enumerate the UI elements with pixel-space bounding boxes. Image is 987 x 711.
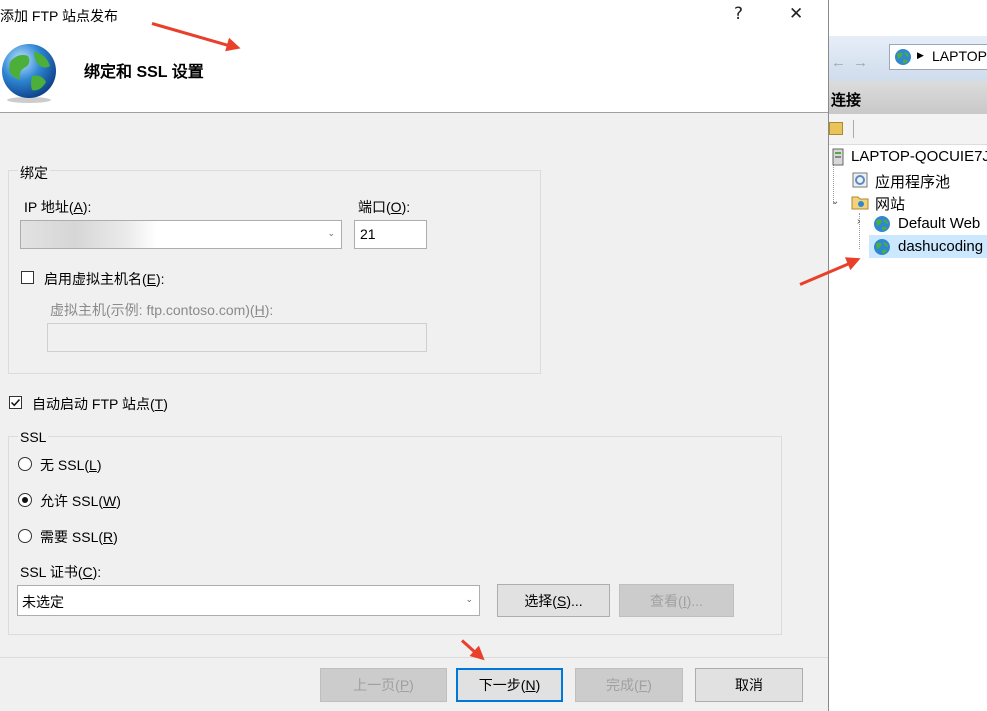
back-icon[interactable]: ← <box>831 54 846 71</box>
server-icon <box>832 148 844 166</box>
port-label: 端口(O): <box>358 199 411 215</box>
page-heading: 绑定和 SSL 设置 <box>84 64 204 81</box>
app-pool-icon <box>852 172 868 188</box>
expand-chevron-icon[interactable]: ⌄ <box>831 196 839 207</box>
chevron-down-icon: ⌄ <box>327 229 335 239</box>
folder-icon <box>851 196 869 210</box>
connections-label: 连接 <box>831 92 862 109</box>
tree-app-pools[interactable]: 应用程序池 <box>875 171 950 192</box>
ssl-cert-dropdown[interactable]: 未选定 ⌄ <box>17 585 480 616</box>
connections-toolbar <box>829 114 987 145</box>
cancel-button[interactable]: 取消 <box>695 668 803 702</box>
no-ssl-label: 无 SSL(L) <box>40 457 102 473</box>
ssl-group-label: SSL <box>18 429 49 445</box>
website-globe-icon <box>874 216 890 232</box>
toolbar-divider <box>853 120 854 138</box>
tree-site-dashucoding[interactable]: dashucoding <box>898 238 983 255</box>
checkmark-icon <box>10 398 21 407</box>
breadcrumb-chevron-icon: ▶ <box>917 50 924 60</box>
ssl-cert-label: SSL 证书(C): <box>20 564 102 580</box>
collapsed-chevron-icon[interactable]: › <box>857 216 860 227</box>
website-globe-icon <box>874 239 890 255</box>
port-value: 21 <box>360 226 376 242</box>
iis-manager-pane: ← → ▶ LAPTOP 连接 LAPTOP-QOCUIE7J 应用程序池 ⌄ … <box>828 0 987 711</box>
add-ftp-site-dialog: 添加 FTP 站点发布 ? ✕ 绑定和 SSL 设置 绑定 IP 地址(A): <box>0 0 828 711</box>
globe-icon <box>2 44 56 103</box>
view-cert-button[interactable]: 查看(I)... <box>619 584 734 617</box>
port-input[interactable]: 21 <box>354 220 427 249</box>
require-ssl-label: 需要 SSL(R) <box>40 529 118 545</box>
ip-address-label: IP 地址(A): <box>24 199 92 215</box>
select-cert-button[interactable]: 选择(S)... <box>497 584 610 617</box>
forward-icon[interactable]: → <box>853 54 868 71</box>
radio-dot <box>22 497 28 503</box>
footer-divider <box>0 657 828 658</box>
tree-server[interactable]: LAPTOP-QOCUIE7J <box>851 148 987 165</box>
chevron-down-icon: ⌄ <box>465 595 473 605</box>
iis-top-strip <box>829 0 987 36</box>
autostart-label: 自动启动 FTP 站点(T) <box>32 396 168 412</box>
ip-address-dropdown[interactable]: ⌄ <box>20 220 342 249</box>
connections-header: 连接 <box>829 81 987 114</box>
allow-ssl-radio[interactable] <box>18 493 32 507</box>
require-ssl-radio[interactable] <box>18 529 32 543</box>
address-text: LAPTOP <box>932 48 987 64</box>
close-icon[interactable]: ✕ <box>789 4 803 24</box>
enable-virtual-host-label: 启用虚拟主机名(E): <box>44 271 165 287</box>
autostart-checkbox[interactable] <box>9 396 22 409</box>
virtual-host-field-label: 虚拟主机(示例: ftp.contoso.com)(H): <box>50 302 274 318</box>
address-field[interactable]: ▶ LAPTOP <box>889 44 987 70</box>
globe-icon <box>895 49 911 65</box>
finish-button[interactable]: 完成(F) <box>575 668 683 702</box>
tree-site-default[interactable]: Default Web <box>898 215 980 232</box>
help-icon[interactable]: ? <box>734 4 743 24</box>
redacted-ip-value <box>21 221 156 248</box>
wizard-header: 绑定和 SSL 设置 <box>0 32 828 113</box>
connect-icon[interactable] <box>829 122 843 135</box>
binding-group-label: 绑定 <box>18 163 50 183</box>
no-ssl-radio[interactable] <box>18 457 32 471</box>
virtual-host-input <box>47 323 427 352</box>
tree-sites[interactable]: 网站 <box>875 193 905 214</box>
title-bar: 添加 FTP 站点发布 ? ✕ <box>0 0 828 32</box>
window-title: 添加 FTP 站点发布 <box>0 8 118 24</box>
enable-virtual-host-checkbox[interactable] <box>21 271 34 284</box>
next-button[interactable]: 下一步(N) <box>456 668 563 702</box>
address-bar-area: ← → ▶ LAPTOP <box>829 36 987 81</box>
ssl-cert-value: 未选定 <box>22 594 64 610</box>
prev-button[interactable]: 上一页(P) <box>320 668 447 702</box>
allow-ssl-label: 允许 SSL(W) <box>40 493 121 509</box>
